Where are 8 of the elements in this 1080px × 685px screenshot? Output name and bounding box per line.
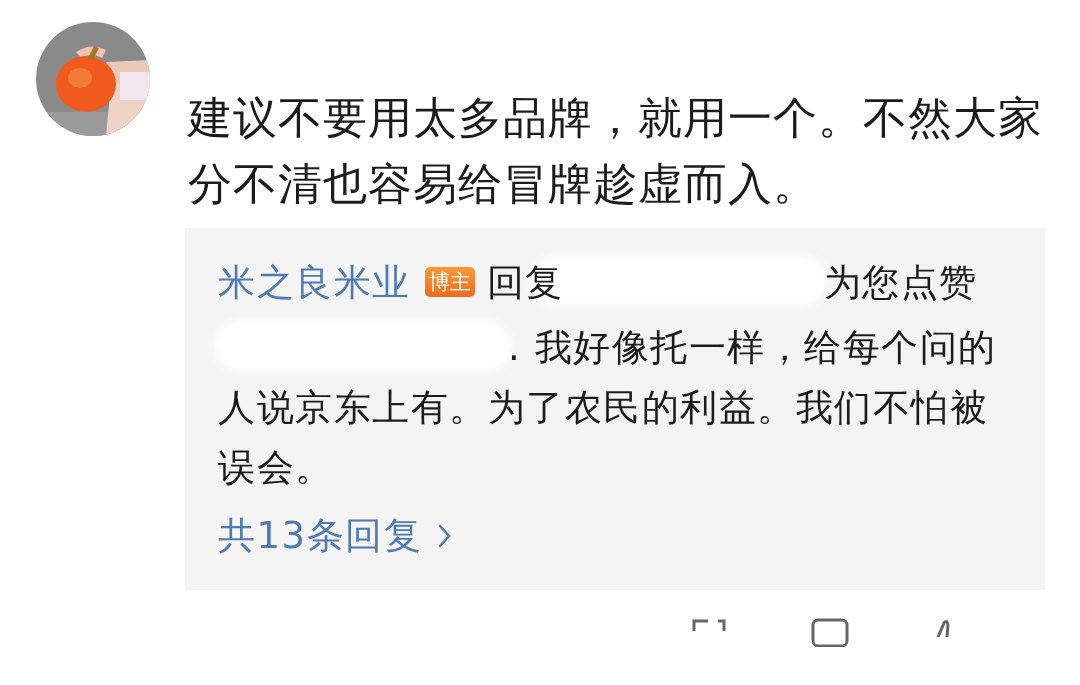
- comment-icon[interactable]: [810, 617, 850, 647]
- author-badge: 博主: [424, 267, 475, 297]
- comment-text: 建议不要用太多品牌，就用一个。不然大家分不清也容易给冒牌趁虚而入。: [188, 91, 1044, 211]
- more-replies-link[interactable]: 共13条回复: [218, 506, 454, 566]
- reply-text: 为您点赞: [823, 261, 978, 304]
- reply-text: . 我好像托一样，给每个问的人说京东上有。为了农民的利益。我们不怕被误会。: [218, 326, 997, 489]
- reply-label: 回复: [486, 261, 564, 304]
- author-link[interactable]: 米之良米业: [218, 261, 411, 304]
